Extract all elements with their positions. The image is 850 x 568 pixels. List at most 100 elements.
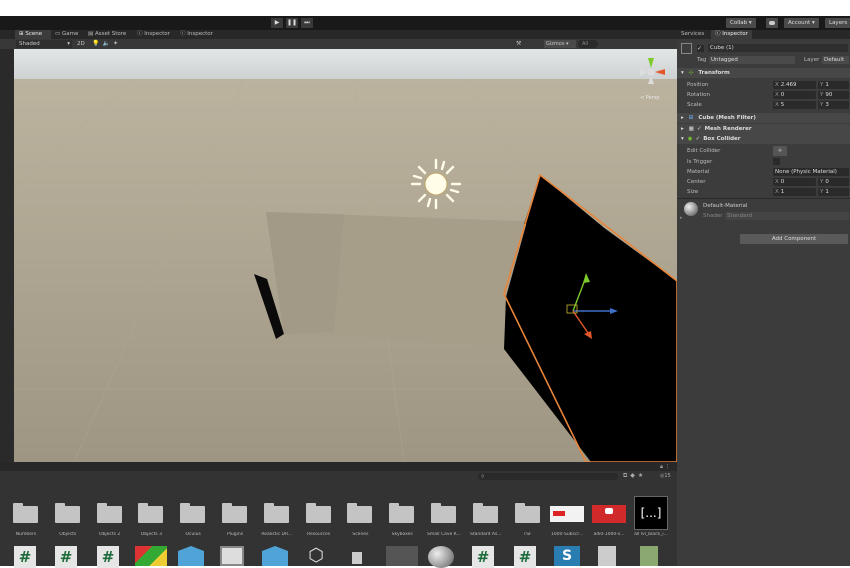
folder-item[interactable] [389,503,415,523]
folder-item[interactable] [514,503,540,523]
enabled-check-icon[interactable]: ✓ [697,126,702,132]
position-y-field[interactable]: Y1 [818,81,849,89]
play-button[interactable]: ▶ [271,18,283,28]
chrome-asset-icon[interactable] [135,546,167,566]
play-icon: ▶ [274,19,280,26]
folder-item[interactable] [347,503,373,523]
mesh-filter-header[interactable]: ▸ ⊞ Cube (Mesh Filter) [677,113,850,123]
asset-thumb-adi0-1000[interactable] [592,505,626,523]
object-name-field[interactable]: Cube (1) [708,44,848,52]
csharp-script-icon[interactable]: # [472,546,494,568]
tools-icon[interactable]: ⚒ [516,40,521,48]
axis-y: Y [820,102,824,108]
shading-dropdown[interactable]: Shaded ▾ [16,40,72,48]
s-asset-icon[interactable]: S [554,546,580,566]
center-y-field[interactable]: Y0 [818,178,849,186]
2d-toggle[interactable]: 2D [77,40,85,48]
scale-x-field[interactable]: X5 [773,101,816,109]
scene-view-toggles[interactable]: 💡🔈✦ [92,40,121,48]
unity-scene-icon[interactable]: ⬡ [303,546,329,566]
rotation-y-value: 90 [825,92,833,98]
folder-item[interactable] [431,503,456,523]
prefab-cube-icon[interactable] [262,546,288,566]
material-asset-icon[interactable] [220,546,244,566]
asset-label: all lvl_black_i... [634,532,668,537]
inspector-tab-bar: Services ⓘ Inspector [677,30,850,39]
edit-collider-button[interactable]: ⟡ [773,146,787,156]
size-x-field[interactable]: X1 [773,188,816,196]
folder-item[interactable] [472,503,498,523]
folder-item[interactable] [305,503,331,523]
tab-inspector-2[interactable]: ⓘ Inspector [176,30,218,39]
axis-x: X [775,179,779,185]
image-asset-icon-2[interactable] [640,546,658,566]
audio-file-icon[interactable] [352,552,362,564]
prefab-cube-icon[interactable] [178,546,204,566]
layer-dropdown[interactable]: Default [822,56,849,64]
csharp-script-icon[interactable]: # [97,546,119,568]
rotation-y-field[interactable]: Y 90 [818,91,849,99]
tab-inspector[interactable]: ⓘ Inspector [711,30,752,39]
persp-label[interactable]: < Persp [640,95,660,101]
image-asset-icon[interactable] [598,546,616,566]
material-sphere-icon [684,202,698,216]
csharp-script-icon[interactable]: # [14,546,36,568]
sphere-material-icon[interactable] [428,546,454,568]
physic-material-field[interactable]: None (Physic Material) [773,168,849,176]
asset-thumb-1000-subscr[interactable] [550,506,584,522]
cloud-button[interactable] [766,18,778,28]
tab-game[interactable]: ▭ Game [51,30,83,39]
csharp-script-icon[interactable]: # [514,546,536,568]
scale-y-field[interactable]: Y3 [818,101,849,109]
box-collider-header[interactable]: ▾ ◉ ✓ Box Collider [677,134,850,144]
folder-item[interactable] [180,503,206,523]
active-checkbox[interactable]: ✓ [697,45,704,52]
center-label: Center [687,179,706,185]
folder-item[interactable] [13,503,38,523]
step-button[interactable]: ⏭ [301,18,313,28]
folder-body [347,506,373,523]
project-search-input[interactable]: ⚲ [478,473,618,480]
folder-item[interactable] [138,503,164,523]
position-x-field[interactable]: X 2.469 [773,81,816,89]
csharp-script-icon[interactable]: # [55,546,77,568]
hidden-count[interactable]: ◎15 [660,473,671,479]
center-x-field[interactable]: X0 [773,178,816,186]
material-label: Material [687,169,710,175]
rotation-x-field[interactable]: X0 [773,91,816,99]
gizmos-dropdown[interactable]: Gizmos ▾ [544,40,576,48]
layers-dropdown[interactable]: Layers [825,18,850,28]
scene-viewport[interactable]: < Persp [14,49,677,462]
project-filter-icons[interactable]: ⧉◆★ [623,472,646,480]
mesh-renderer-header[interactable]: ▸ ▦ ✓ Mesh Renderer [677,124,850,134]
lock-icon[interactable]: 🔒︎ ⋮ [660,464,670,471]
add-component-button[interactable]: Add Component [740,234,848,244]
tab-asset-store[interactable]: ▤ Asset Store [84,30,132,39]
sun-light-icon[interactable] [410,158,462,210]
tab-scene[interactable]: ⊞ Scene [15,30,51,39]
tag-dropdown[interactable]: Untagged [709,56,795,64]
is-trigger-checkbox[interactable] [773,158,780,165]
folder-item[interactable] [222,503,247,523]
transform-header[interactable]: ▾ ⊹ Transform [677,68,850,78]
model-asset-icon[interactable] [386,546,418,566]
folder-item[interactable] [263,503,289,523]
size-y-field[interactable]: Y1 [818,188,849,196]
folder-item[interactable] [54,503,80,523]
pause-button[interactable]: ❚❚ [286,18,298,28]
asset-thumb-all-lvl-black[interactable]: [...] [634,496,668,530]
material-name: Default-Material [703,203,748,209]
collab-button[interactable]: Collab ▾ [726,18,756,28]
tag-label: Tag [697,57,707,63]
account-dropdown[interactable]: Account ▾ [784,18,819,28]
shader-dropdown[interactable]: Standard [725,212,849,220]
scene-search-label: All [582,41,589,47]
enabled-check-icon[interactable]: ✓ [696,136,701,142]
scene-search-input[interactable]: All [578,40,598,48]
tab-inspector-1[interactable]: ⓘ Inspector [133,30,175,39]
tag-value: Untagged [711,57,738,63]
position-x-value: 2.469 [780,82,797,88]
tab-services[interactable]: Services [677,30,708,39]
folder-item[interactable] [96,503,122,523]
hierarchy-panel-edge [0,49,14,462]
